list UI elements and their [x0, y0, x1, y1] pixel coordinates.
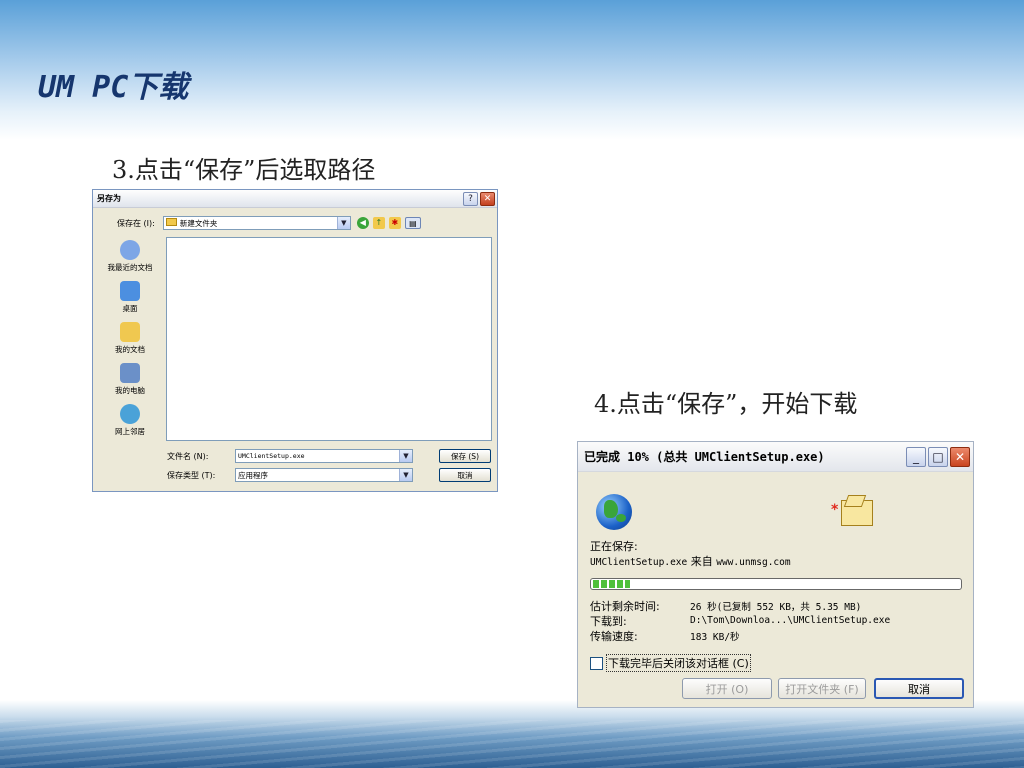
close-on-complete-checkbox[interactable]: 下载完毕后关闭该对话框 (C)	[590, 654, 751, 672]
filetype-select[interactable]: 应用程序 ▼	[235, 468, 413, 482]
download-info: 估计剩余时间: 26 秒(已复制 552 KB，共 5.35 MB) 下载到: D:…	[590, 598, 890, 643]
filename-value: UMClientSetup.exe	[238, 452, 305, 460]
saving-from-word: 来自	[690, 555, 713, 568]
sparkle-icon: *	[831, 502, 839, 518]
save-button[interactable]: 保存 (S)	[439, 449, 491, 463]
close-button[interactable]: ✕	[480, 191, 495, 206]
recent-docs-icon	[120, 240, 140, 260]
download-titlebar: 已完成 10% (总共 UMClientSetup.exe) _ □ ✕	[578, 442, 973, 472]
up-folder-icon[interactable]: ↑	[372, 217, 385, 229]
file-list[interactable]	[166, 237, 492, 441]
slide-title: UM PC下载	[38, 70, 189, 105]
new-folder-icon[interactable]: ✱	[388, 217, 401, 229]
save-as-titlebar: 另存为 ? ✕	[93, 190, 497, 208]
desktop-icon	[120, 281, 140, 301]
place-my-computer[interactable]: 我的电脑	[99, 359, 161, 400]
help-button[interactable]: ?	[463, 191, 478, 206]
dest-value: D:\Tom\Downloa...\UMClientSetup.exe	[690, 615, 891, 626]
open-button[interactable]: 打开 (O)	[682, 678, 772, 699]
eta-value: 26 秒(已复制 552 KB，共 5.35 MB)	[690, 601, 862, 613]
download-progress-bar	[590, 578, 962, 590]
place-recent[interactable]: 我最近的文档	[99, 236, 161, 277]
back-icon[interactable]: ◀	[356, 217, 369, 229]
close-on-complete-label: 下载完毕后关闭该对话框 (C)	[606, 654, 751, 672]
saving-host: www.unmsg.com	[716, 557, 791, 568]
chevron-down-icon[interactable]: ▼	[399, 469, 412, 481]
checkbox-box[interactable]	[590, 656, 603, 670]
folder-icon	[165, 217, 177, 226]
download-dialog: 已完成 10% (总共 UMClientSetup.exe) _ □ ✕ * 正…	[577, 441, 974, 708]
folder-icon	[841, 500, 873, 526]
rate-value: 183 KB/秒	[690, 631, 740, 643]
save-in-value: 新建文件夹	[179, 218, 218, 228]
cancel-download-button[interactable]: 取消	[874, 678, 964, 699]
rate-label: 传输速度:	[590, 629, 638, 643]
cancel-button[interactable]: 取消	[439, 468, 491, 482]
network-icon	[120, 404, 140, 424]
saving-label: 正在保存:	[590, 540, 638, 553]
globe-icon	[596, 494, 632, 530]
filetype-label: 保存类型 (T):	[167, 470, 216, 480]
step3-caption: 3.点击“保存”后选取路径	[112, 156, 376, 184]
place-network[interactable]: 网上邻居	[99, 400, 161, 441]
download-title: 已完成 10% (总共 UMClientSetup.exe)	[584, 450, 825, 464]
save-in-combo[interactable]: 新建文件夹 ▼	[162, 216, 351, 230]
step4-caption: 4.点击“保存”，开始下载	[594, 390, 858, 418]
close-button[interactable]: ✕	[950, 446, 970, 467]
save-as-dialog: 另存为 ? ✕ 保存在 (I): 新建文件夹 ▼ ◀ ↑ ✱ ▤ 我最近的文档 …	[92, 189, 498, 492]
save-as-title: 另存为	[97, 194, 121, 203]
saving-source: UMClientSetup.exe 来自 www.unmsg.com	[590, 553, 791, 569]
dest-label: 下载到:	[590, 614, 627, 628]
bottom-wave-band	[0, 700, 1024, 768]
my-computer-icon	[120, 363, 140, 383]
filetype-value: 应用程序	[238, 470, 268, 480]
filename-field[interactable]: UMClientSetup.exe ▼	[235, 449, 413, 463]
view-menu-icon[interactable]: ▤	[404, 217, 421, 229]
filename-label: 文件名 (N):	[167, 451, 209, 461]
place-my-documents[interactable]: 我的文档	[99, 318, 161, 359]
my-documents-icon	[120, 322, 140, 342]
places-bar: 我最近的文档 桌面 我的文档 我的电脑 网上邻居	[99, 236, 161, 480]
progress-fill	[593, 580, 630, 588]
chevron-down-icon[interactable]: ▼	[399, 450, 412, 462]
eta-label: 估计剩余时间:	[590, 599, 660, 613]
minimize-button[interactable]: _	[906, 446, 926, 467]
open-folder-button[interactable]: 打开文件夹 (F)	[778, 678, 866, 699]
maximize-button[interactable]: □	[928, 446, 948, 467]
saving-file: UMClientSetup.exe	[590, 557, 688, 568]
chevron-down-icon[interactable]: ▼	[336, 217, 350, 229]
save-in-label: 保存在 (I):	[117, 218, 155, 228]
place-desktop[interactable]: 桌面	[99, 277, 161, 318]
